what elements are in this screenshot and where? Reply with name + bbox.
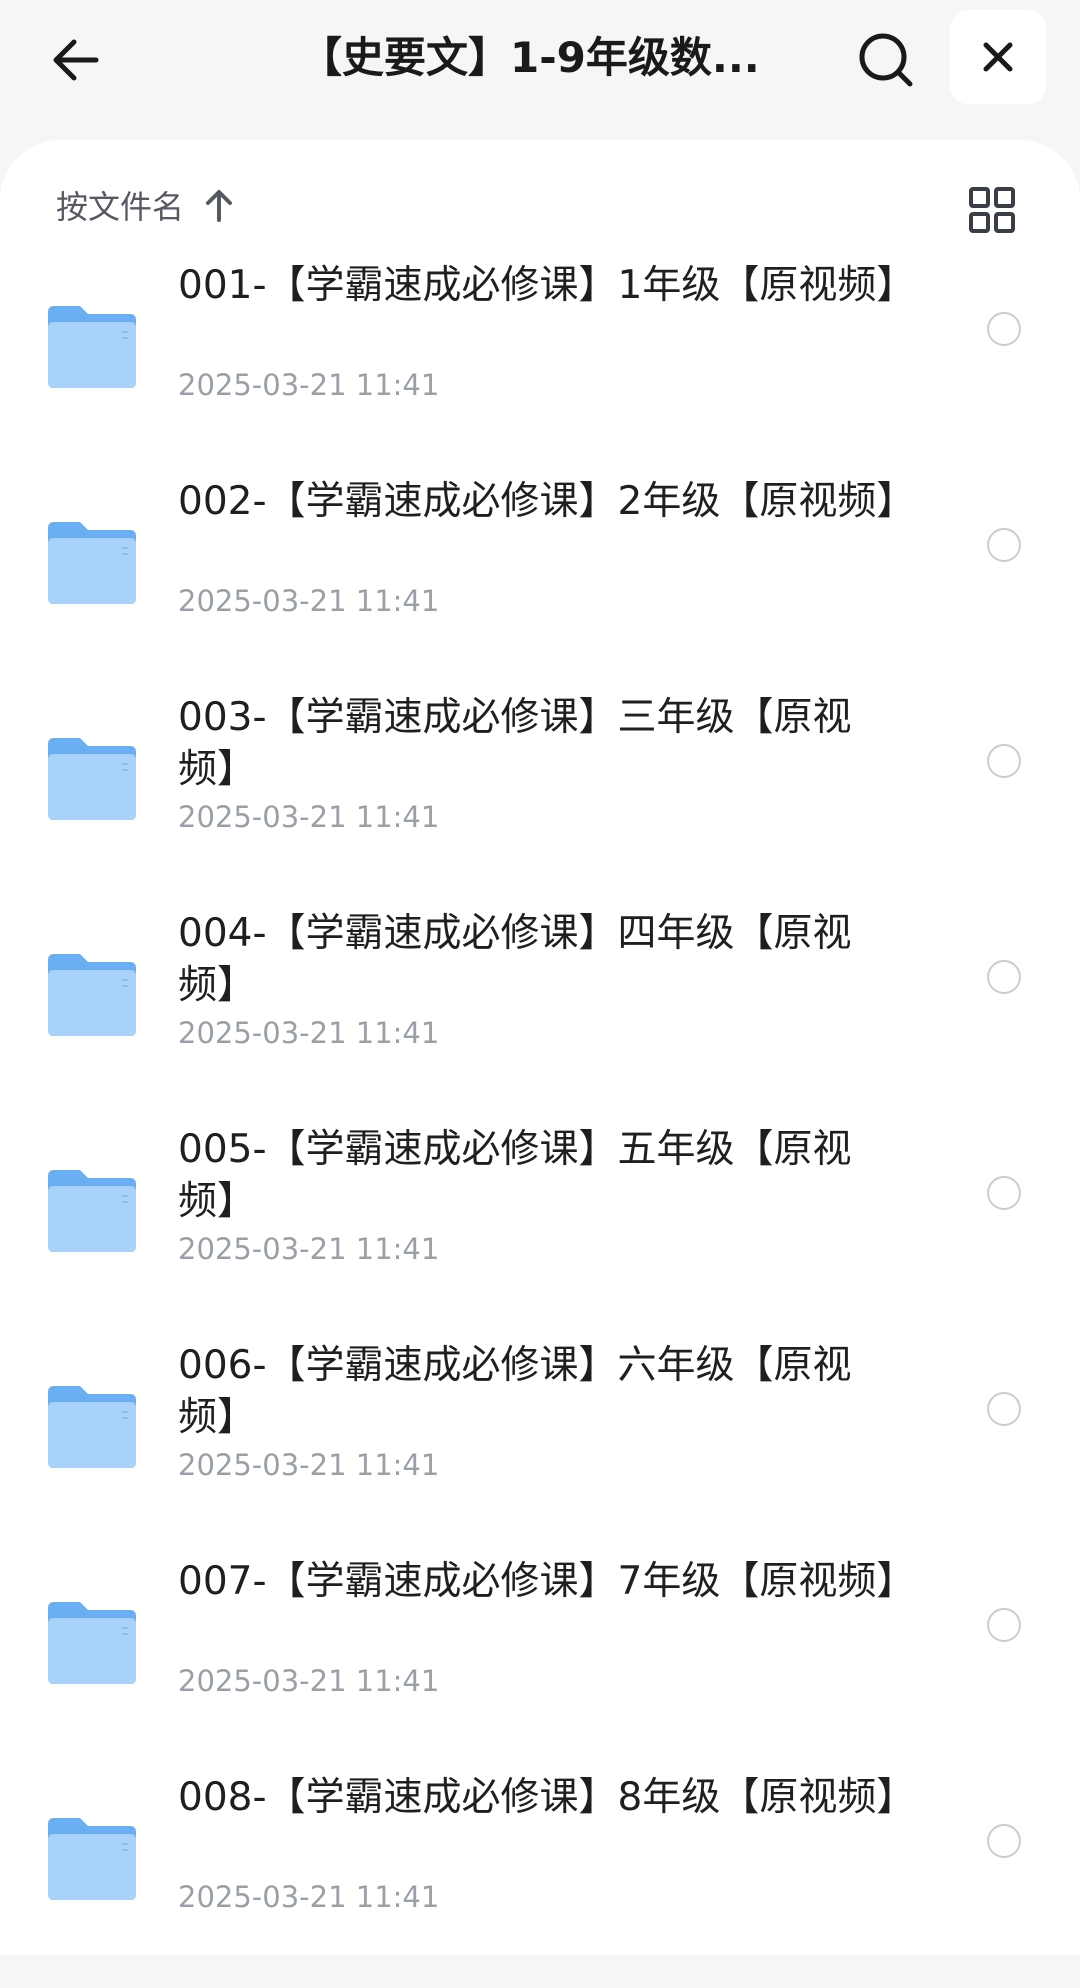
folder-date: 2025-03-21 11:41 (178, 1664, 440, 1698)
folder-name: 003-【学霸速成必修课】三年级【原视频】 (178, 695, 852, 792)
close-icon (983, 42, 1013, 72)
sort-label: 按文件名 (56, 188, 185, 226)
folder-date: 2025-03-21 11:41 (178, 584, 440, 618)
folder-date: 2025-03-21 11:41 (178, 800, 440, 834)
folder-icon (48, 1386, 136, 1468)
select-checkbox[interactable] (987, 1392, 1021, 1426)
page-title: 【史要文】1-9年级数... (300, 33, 760, 82)
folder-row-005[interactable]: 005-【学霸速成必修课】五年级【原视频】 2025-03-21 11:41 (0, 1124, 1080, 1340)
folder-row-006[interactable]: 006-【学霸速成必修课】六年级【原视频】 2025-03-21 11:41 (0, 1340, 1080, 1556)
folder-row-001[interactable]: 001-【学霸速成必修课】1年级【原视频】 2025-03-21 11:41 (0, 260, 1080, 476)
folder-date: 2025-03-21 11:41 (178, 1880, 440, 1914)
folder-name: 002-【学霸速成必修课】2年级【原视频】 (178, 479, 916, 524)
search-icon (859, 33, 913, 87)
folder-row-002[interactable]: 002-【学霸速成必修课】2年级【原视频】 2025-03-21 11:41 (0, 476, 1080, 692)
folder-icon (48, 954, 136, 1036)
folder-date: 2025-03-21 11:41 (178, 368, 440, 402)
close-button[interactable] (950, 10, 1046, 104)
folder-icon (48, 1818, 136, 1900)
folder-name: 005-【学霸速成必修课】五年级【原视频】 (178, 1127, 852, 1224)
search-button[interactable] (850, 24, 922, 96)
folder-icon (48, 522, 136, 604)
grid-view-icon (969, 187, 1015, 233)
folder-row-004[interactable]: 004-【学霸速成必修课】四年级【原视频】 2025-03-21 11:41 (0, 908, 1080, 1124)
folder-icon (48, 1602, 136, 1684)
select-checkbox[interactable] (987, 312, 1021, 346)
folder-row-008[interactable]: 008-【学霸速成必修课】8年级【原视频】 2025-03-21 11:41 (0, 1772, 1080, 1988)
folder-row-003[interactable]: 003-【学霸速成必修课】三年级【原视频】 2025-03-21 11:41 (0, 692, 1080, 908)
file-list: 001-【学霸速成必修课】1年级【原视频】 2025-03-21 11:41 0… (0, 260, 1080, 1988)
folder-date: 2025-03-21 11:41 (178, 1448, 440, 1482)
folder-date: 2025-03-21 11:41 (178, 1232, 440, 1266)
folder-name: 006-【学霸速成必修课】六年级【原视频】 (178, 1343, 852, 1440)
select-checkbox[interactable] (987, 1824, 1021, 1858)
folder-date: 2025-03-21 11:41 (178, 1016, 440, 1050)
folder-icon (48, 306, 136, 388)
arrow-left-icon (53, 39, 99, 81)
back-button[interactable] (40, 24, 112, 96)
folder-name: 007-【学霸速成必修课】7年级【原视频】 (178, 1559, 916, 1604)
folder-icon (48, 738, 136, 820)
folder-name: 001-【学霸速成必修课】1年级【原视频】 (178, 263, 916, 308)
grid-view-button[interactable] (962, 180, 1022, 240)
folder-name: 004-【学霸速成必修课】四年级【原视频】 (178, 911, 852, 1008)
folder-name: 008-【学霸速成必修课】8年级【原视频】 (178, 1775, 916, 1820)
folder-row-007[interactable]: 007-【学霸速成必修课】7年级【原视频】 2025-03-21 11:41 (0, 1556, 1080, 1772)
select-checkbox[interactable] (987, 1608, 1021, 1642)
file-panel: 按文件名 001-【学霸速成必修课】1年级【原视频】 2025-03-21 11… (0, 140, 1080, 1955)
arrow-up-icon (204, 188, 234, 222)
top-bar: 【史要文】1-9年级数... (0, 0, 1080, 140)
sort-by-name-button[interactable]: 按文件名 (56, 180, 234, 230)
select-checkbox[interactable] (987, 528, 1021, 562)
select-checkbox[interactable] (987, 960, 1021, 994)
select-checkbox[interactable] (987, 744, 1021, 778)
select-checkbox[interactable] (987, 1176, 1021, 1210)
folder-icon (48, 1170, 136, 1252)
